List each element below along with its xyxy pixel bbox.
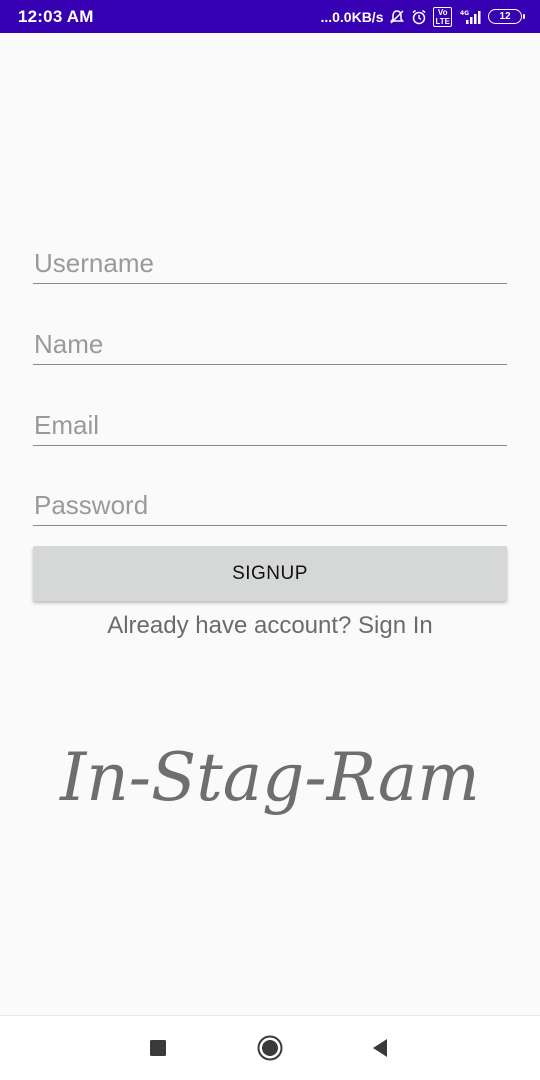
app-logo-text: In-Stag-Ram xyxy=(59,739,480,816)
battery-level: 12 xyxy=(499,11,511,22)
status-bar: 12:03 AM ...0.0KB/s Vo LTE 4G 12 xyxy=(0,0,540,33)
back-icon xyxy=(373,1039,387,1057)
home-icon xyxy=(257,1035,283,1061)
password-input[interactable] xyxy=(33,482,507,525)
network-speed: ...0.0KB/s xyxy=(320,8,384,25)
signal-icon: 4G xyxy=(458,9,482,25)
status-icons: ...0.0KB/s Vo LTE 4G 12 xyxy=(320,6,525,27)
home-button[interactable] xyxy=(246,1024,294,1072)
back-button[interactable] xyxy=(356,1024,404,1072)
status-time: 12:03 AM xyxy=(18,6,94,26)
mute-icon xyxy=(389,9,405,25)
email-input[interactable] xyxy=(33,402,507,445)
battery-icon: 12 xyxy=(488,9,525,24)
username-field-container xyxy=(33,240,507,284)
volte-icon: Vo LTE xyxy=(433,6,452,27)
email-field-container xyxy=(33,402,507,446)
recent-apps-button[interactable] xyxy=(134,1024,182,1072)
navigation-bar xyxy=(0,1015,540,1080)
sign-in-link[interactable]: Already have account? Sign In xyxy=(0,612,540,640)
password-field-container xyxy=(33,482,507,526)
app-logo: In-Stag-Ram xyxy=(0,722,540,837)
app-logo-graphic: In-Stag-Ram xyxy=(59,739,480,816)
alarm-icon xyxy=(411,9,427,25)
svg-text:4G: 4G xyxy=(460,10,469,17)
recent-apps-icon xyxy=(150,1040,166,1056)
username-input[interactable] xyxy=(33,240,507,283)
signup-button[interactable]: SIGNUP xyxy=(33,546,507,601)
name-field-container xyxy=(33,321,507,365)
name-input[interactable] xyxy=(33,321,507,364)
